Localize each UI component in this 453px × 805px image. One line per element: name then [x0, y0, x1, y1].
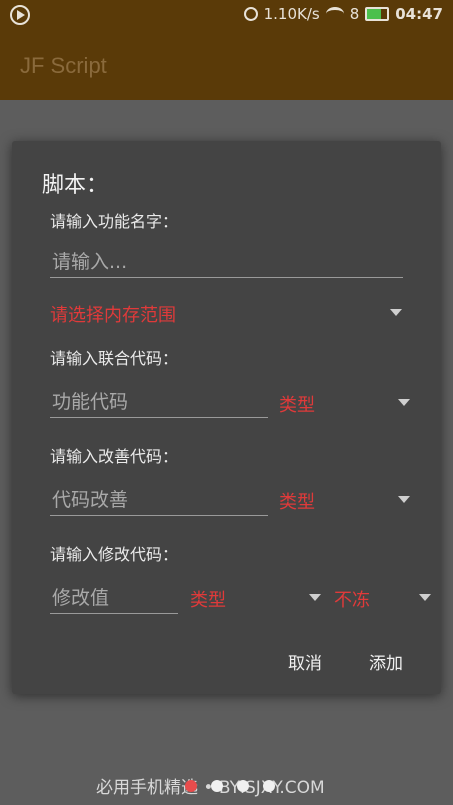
add-button[interactable]: 添加 [369, 649, 403, 674]
page-dot [263, 780, 275, 792]
chevron-down-icon [398, 399, 410, 406]
battery-percent: 8 [349, 5, 360, 23]
network-speed: 1.10K/s [263, 5, 320, 23]
chevron-down-icon [419, 594, 431, 601]
cancel-button[interactable]: 取消 [288, 649, 322, 674]
improve-code-type-value: 类型 [279, 492, 315, 513]
status-right-group: 1.10K/s 8 04:47 [243, 5, 443, 23]
freeze-select[interactable]: 不冻 [334, 584, 431, 614]
chevron-down-icon [398, 496, 410, 503]
function-name-label: 请输入功能名字： [50, 212, 179, 231]
modify-code-input[interactable] [50, 587, 178, 614]
joint-code-type-value: 类型 [279, 395, 315, 416]
improve-code-input[interactable] [50, 489, 268, 516]
memory-range-value: 请选择内存范围 [50, 305, 176, 326]
page-dot [237, 780, 249, 792]
status-bar: 1.10K/s 8 04:47 [0, 0, 453, 30]
modify-code-label: 请输入修改代码： [50, 545, 179, 564]
function-name-input[interactable] [50, 251, 403, 278]
joint-code-input[interactable] [50, 391, 268, 418]
modify-code-type-select[interactable]: 类型 [190, 584, 321, 614]
freeze-value: 不冻 [334, 590, 370, 611]
improve-code-label: 请输入改善代码： [50, 447, 179, 466]
app-title: JF Script [20, 53, 107, 78]
dialog-title: 脚本： [42, 173, 109, 198]
joint-code-type-select[interactable]: 类型 [279, 389, 410, 419]
script-dialog: 脚本： 请输入功能名字： 请选择内存范围 请输入联合代码： 类型 请输入改善代码… [12, 141, 441, 694]
joint-code-label: 请输入联合代码： [50, 349, 179, 368]
clock-time: 04:47 [395, 5, 443, 23]
wifi-icon [325, 7, 344, 21]
page-dot [211, 780, 223, 792]
improve-code-type-select[interactable]: 类型 [279, 486, 410, 516]
page-indicator [185, 780, 275, 792]
memory-range-select[interactable]: 请选择内存范围 [50, 299, 402, 329]
chevron-down-icon [309, 594, 321, 601]
page-dot [185, 780, 197, 792]
modify-code-type-value: 类型 [190, 590, 226, 611]
battery-icon [365, 7, 390, 21]
app-notification-icon [10, 5, 30, 25]
chevron-down-icon [390, 309, 402, 316]
alarm-clock-icon [243, 7, 258, 21]
app-bar: JF Script [0, 30, 453, 100]
